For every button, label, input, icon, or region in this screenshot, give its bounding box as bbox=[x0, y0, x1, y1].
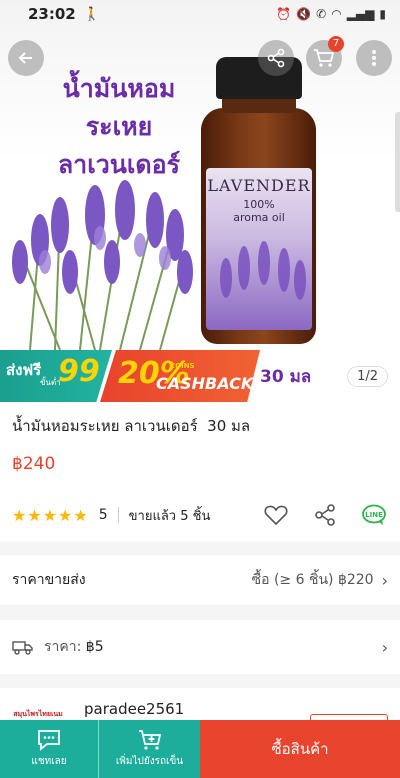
cashback-coins: COINS bbox=[170, 362, 195, 370]
product-price: ฿240 bbox=[12, 454, 56, 474]
side-tab[interactable] bbox=[395, 112, 400, 212]
chat-icon bbox=[38, 730, 60, 751]
product-title: น้ำมันหอมระเหย ลาเวนเดอร์ 30 มล bbox=[12, 417, 251, 435]
free-shipping-label: ส่งฟรี bbox=[6, 361, 42, 379]
rating-value: 5 bbox=[98, 507, 108, 523]
heart-icon[interactable] bbox=[264, 504, 288, 526]
bottle-label-percent: 100% bbox=[243, 198, 275, 211]
hero-title-line1: น้ำมันหอมระเหย bbox=[62, 74, 176, 141]
cashback-text: CASHBACK bbox=[156, 374, 254, 393]
shipping-row[interactable]: ราคา: ฿5 › bbox=[0, 620, 400, 674]
chevron-right-icon: › bbox=[381, 637, 388, 657]
add-to-cart-button[interactable]: เพิ่มไปยังรถเข็น bbox=[98, 720, 200, 778]
share-button[interactable] bbox=[258, 40, 294, 76]
status-icons: ⏰ 🔇 ✆ ◠ ▂▄▆ ▮ bbox=[276, 7, 386, 21]
more-vertical-icon bbox=[372, 50, 376, 66]
buy-now-button[interactable]: ซื้อสินค้า bbox=[200, 720, 400, 778]
share-icon[interactable] bbox=[314, 504, 336, 526]
product-actions: LINE bbox=[264, 504, 388, 526]
status-bar: 23:02 🚶 ⏰ 🔇 ✆ ◠ ▂▄▆ ▮ bbox=[0, 0, 400, 28]
free-shipping-amount: 99 bbox=[58, 354, 100, 389]
wholesale-label: ราคาขายส่ง bbox=[12, 572, 86, 588]
add-cart-icon bbox=[138, 730, 161, 750]
sold-count: ขายแล้ว 5 ชิ้น bbox=[128, 508, 211, 524]
bottle-label-aroma: aroma oil bbox=[233, 211, 285, 224]
walking-icon: 🚶 bbox=[83, 6, 100, 22]
more-button[interactable] bbox=[356, 40, 392, 76]
shipping-price: ฿5 bbox=[85, 639, 104, 655]
mute-icon: 🔇 bbox=[296, 7, 312, 21]
cart-count-badge: 7 bbox=[328, 36, 344, 52]
bottom-action-bar: แชทเลย เพิ่มไปยังรถเข็น ซื้อสินค้า bbox=[0, 720, 400, 778]
wifi-icon: ◠ bbox=[331, 7, 342, 21]
product-info-card: น้ำมันหอมระเหย ลาเวนเดอร์ 30 มล ฿240 ★★★… bbox=[0, 402, 400, 542]
cart-button[interactable]: 7 bbox=[306, 36, 344, 76]
share-icon bbox=[267, 48, 285, 68]
promo-banner: ส่งฟรี ขั้นต่ำ 99 20% COINS CASHBACK 30 … bbox=[0, 350, 400, 402]
status-time: 23:02 bbox=[28, 5, 76, 23]
battery-icon: ▮ bbox=[379, 7, 386, 21]
alarm-icon: ⏰ bbox=[276, 7, 292, 21]
divider bbox=[117, 507, 119, 523]
buy-now-label: ซื้อสินค้า bbox=[271, 740, 329, 758]
rating-stars[interactable]: ★★★★★ bbox=[12, 506, 89, 525]
bottle-label-subtitle: 100% aroma oil bbox=[206, 198, 312, 224]
free-shipping-badge: ส่งฟรี ขั้นต่ำ 99 bbox=[0, 350, 112, 402]
back-arrow-icon bbox=[18, 52, 32, 64]
wholesale-row[interactable]: ราคาขายส่ง ซื้อ (≥ 6 ชิ้น) ฿220 › bbox=[0, 555, 400, 605]
hero-title: น้ำมันหอมระเหย ลาเวนเดอร์ bbox=[34, 70, 204, 184]
promo-volume: 30 มล bbox=[260, 367, 312, 387]
signal-icon: ▂▄▆ bbox=[346, 7, 375, 21]
chevron-right-icon: › bbox=[381, 570, 388, 590]
image-page-indicator: 1/2 bbox=[347, 366, 388, 387]
call-icon: ✆ bbox=[316, 7, 327, 21]
back-button[interactable] bbox=[8, 40, 44, 76]
bottle-label-title: LAVENDER bbox=[207, 176, 311, 195]
add-to-cart-label: เพิ่มไปยังรถเข็น bbox=[115, 756, 184, 767]
shipping-price-text: ราคา: ฿5 bbox=[44, 636, 104, 658]
hero-title-line2: ลาเวนเดอร์ bbox=[57, 150, 181, 179]
product-page: น้ำมันหอมระเหย ลาเวนเดอร์ LAVENDER 100% … bbox=[0, 0, 400, 778]
svg-text:LINE: LINE bbox=[365, 511, 383, 519]
line-share-icon[interactable]: LINE bbox=[362, 504, 388, 526]
rating-row: ★★★★★ 5 ขายแล้ว 5 ชิ้น LINE bbox=[12, 502, 388, 528]
bottle-label: LAVENDER 100% aroma oil bbox=[206, 168, 312, 330]
wholesale-value: ซื้อ (≥ 6 ชิ้น) ฿220 bbox=[251, 572, 374, 588]
chat-label: แชทเลย bbox=[31, 756, 67, 767]
truck-icon bbox=[12, 641, 33, 655]
shop-name[interactable]: paradee2561 bbox=[84, 700, 184, 718]
cashback-badge: 20% COINS CASHBACK bbox=[100, 350, 260, 402]
shipping-label: ราคา: bbox=[44, 639, 82, 655]
chat-button[interactable]: แชทเลย bbox=[0, 720, 98, 778]
